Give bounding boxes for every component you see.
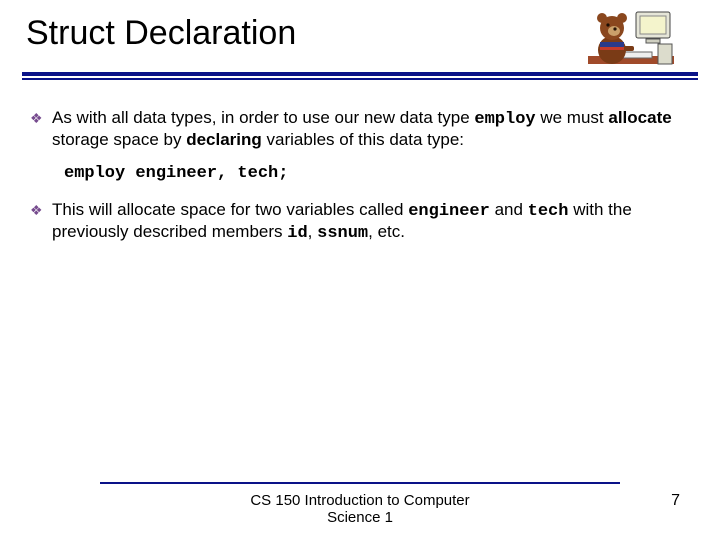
footer-line: Science 1 (0, 509, 720, 526)
footer-line: CS 150 Introduction to Computer (0, 492, 720, 509)
code-run: tech (528, 202, 569, 221)
bold-run: allocate (608, 108, 671, 127)
text-run: storage space by (52, 130, 186, 149)
slide: Struct Declaration (0, 0, 720, 540)
bullet-item: ❖ As with all data types, in order to us… (30, 108, 690, 150)
page-number: 7 (671, 492, 680, 510)
code-run: engineer (408, 202, 490, 221)
text-run: variables of this data type: (262, 130, 464, 149)
clipart-bear-computer-icon (588, 6, 674, 84)
text-run: and (490, 200, 528, 219)
bullet-item: ❖ This will allocate space for two varia… (30, 200, 690, 244)
text-run: we must (536, 108, 609, 127)
footer-rule (100, 482, 620, 484)
text-run: , (308, 222, 317, 241)
bullet-text: This will allocate space for two variabl… (52, 200, 690, 244)
footer-text: CS 150 Introduction to Computer Science … (0, 492, 720, 527)
text-run: This will allocate space for two variabl… (52, 200, 408, 219)
slide-body: ❖ As with all data types, in order to us… (30, 108, 690, 258)
bullet-text: As with all data types, in order to use … (52, 108, 690, 150)
bullet-glyph-icon: ❖ (30, 200, 52, 244)
code-run: ssnum (317, 224, 368, 243)
bold-run: declaring (186, 130, 262, 149)
code-run: id (287, 224, 307, 243)
code-line: employ engineer, tech; (64, 164, 690, 184)
text-run: , etc. (368, 222, 405, 241)
code-run: employ (474, 110, 535, 129)
text-run: As with all data types, in order to use … (52, 108, 474, 127)
bullet-glyph-icon: ❖ (30, 108, 52, 150)
